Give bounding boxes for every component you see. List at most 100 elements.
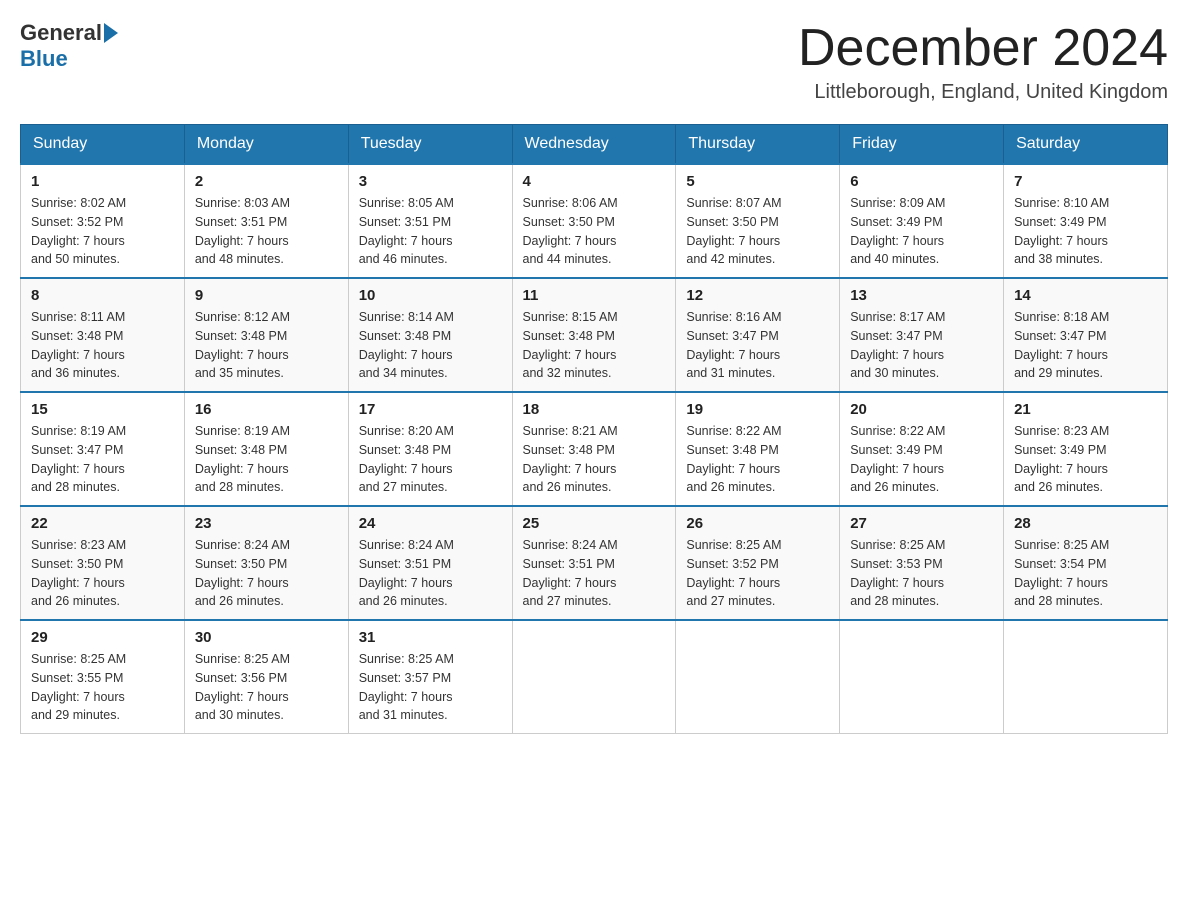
day-number: 2: [195, 173, 338, 190]
day-info: Sunrise: 8:19 AMSunset: 3:48 PMDaylight:…: [195, 422, 338, 497]
day-info: Sunrise: 8:19 AMSunset: 3:47 PMDaylight:…: [31, 422, 174, 497]
weekday-header-friday: Friday: [840, 125, 1004, 165]
week-row-2: 8 Sunrise: 8:11 AMSunset: 3:48 PMDaylight…: [21, 278, 1168, 392]
day-number: 15: [31, 401, 174, 418]
day-number: 31: [359, 629, 502, 646]
day-info: Sunrise: 8:06 AMSunset: 3:50 PMDaylight:…: [523, 194, 666, 269]
day-info: Sunrise: 8:22 AMSunset: 3:48 PMDaylight:…: [686, 422, 829, 497]
calendar-cell: 9 Sunrise: 8:12 AMSunset: 3:48 PMDaylight…: [184, 278, 348, 392]
logo: General Blue: [20, 20, 120, 72]
day-number: 27: [850, 515, 993, 532]
day-info: Sunrise: 8:12 AMSunset: 3:48 PMDaylight:…: [195, 308, 338, 383]
calendar-cell: 24 Sunrise: 8:24 AMSunset: 3:51 PMDayligh…: [348, 506, 512, 620]
calendar-cell: 10Sunrise: 8:14 AMSunset: 3:48 PMDayligh…: [348, 278, 512, 392]
calendar-cell: 26 Sunrise: 8:25 AMSunset: 3:52 PMDayligh…: [676, 506, 840, 620]
day-number: 29: [31, 629, 174, 646]
day-number: 7: [1014, 173, 1157, 190]
day-info: Sunrise: 8:22 AMSunset: 3:49 PMDaylight:…: [850, 422, 993, 497]
calendar-cell: 25 Sunrise: 8:24 AMSunset: 3:51 PMDayligh…: [512, 506, 676, 620]
day-info: Sunrise: 8:17 AMSunset: 3:47 PMDaylight:…: [850, 308, 993, 383]
calendar-cell: 12Sunrise: 8:16 AMSunset: 3:47 PMDayligh…: [676, 278, 840, 392]
calendar-cell: 14 Sunrise: 8:18 AMSunset: 3:47 PMDayligh…: [1004, 278, 1168, 392]
calendar-cell: [1004, 620, 1168, 734]
logo-arrow-icon: [104, 23, 118, 43]
day-number: 10: [359, 287, 502, 304]
calendar-cell: 11Sunrise: 8:15 AMSunset: 3:48 PMDayligh…: [512, 278, 676, 392]
weekday-header-sunday: Sunday: [21, 125, 185, 165]
day-number: 24: [359, 515, 502, 532]
weekday-header-thursday: Thursday: [676, 125, 840, 165]
calendar-cell: 1 Sunrise: 8:02 AMSunset: 3:52 PMDaylight…: [21, 164, 185, 278]
day-number: 8: [31, 287, 174, 304]
calendar-cell: [840, 620, 1004, 734]
day-info: Sunrise: 8:20 AMSunset: 3:48 PMDaylight:…: [359, 422, 502, 497]
day-number: 18: [523, 401, 666, 418]
calendar-cell: [676, 620, 840, 734]
calendar-cell: 31 Sunrise: 8:25 AMSunset: 3:57 PMDayligh…: [348, 620, 512, 734]
calendar-cell: 8 Sunrise: 8:11 AMSunset: 3:48 PMDaylight…: [21, 278, 185, 392]
calendar-cell: 23Sunrise: 8:24 AMSunset: 3:50 PMDayligh…: [184, 506, 348, 620]
calendar-cell: [512, 620, 676, 734]
day-info: Sunrise: 8:21 AMSunset: 3:48 PMDaylight:…: [523, 422, 666, 497]
day-info: Sunrise: 8:18 AMSunset: 3:47 PMDaylight:…: [1014, 308, 1157, 383]
calendar-cell: 7Sunrise: 8:10 AMSunset: 3:49 PMDaylight…: [1004, 164, 1168, 278]
day-number: 1: [31, 173, 174, 190]
page-header: General Blue December 2024 Littleborough…: [20, 20, 1168, 104]
day-info: Sunrise: 8:16 AMSunset: 3:47 PMDaylight:…: [686, 308, 829, 383]
week-row-4: 22 Sunrise: 8:23 AMSunset: 3:50 PMDayligh…: [21, 506, 1168, 620]
day-number: 4: [523, 173, 666, 190]
calendar-cell: 5Sunrise: 8:07 AMSunset: 3:50 PMDaylight…: [676, 164, 840, 278]
day-info: Sunrise: 8:03 AMSunset: 3:51 PMDaylight:…: [195, 194, 338, 269]
calendar-cell: 4 Sunrise: 8:06 AMSunset: 3:50 PMDaylight…: [512, 164, 676, 278]
week-row-5: 29 Sunrise: 8:25 AMSunset: 3:55 PMDayligh…: [21, 620, 1168, 734]
day-number: 21: [1014, 401, 1157, 418]
day-number: 26: [686, 515, 829, 532]
calendar-cell: 16 Sunrise: 8:19 AMSunset: 3:48 PMDayligh…: [184, 392, 348, 506]
calendar-cell: 30 Sunrise: 8:25 AMSunset: 3:56 PMDayligh…: [184, 620, 348, 734]
day-info: Sunrise: 8:07 AMSunset: 3:50 PMDaylight:…: [686, 194, 829, 269]
day-number: 20: [850, 401, 993, 418]
calendar-cell: 22 Sunrise: 8:23 AMSunset: 3:50 PMDayligh…: [21, 506, 185, 620]
day-number: 14: [1014, 287, 1157, 304]
calendar-cell: 18 Sunrise: 8:21 AMSunset: 3:48 PMDayligh…: [512, 392, 676, 506]
weekday-header-row: SundayMondayTuesdayWednesdayThursdayFrid…: [21, 125, 1168, 165]
day-number: 16: [195, 401, 338, 418]
weekday-header-tuesday: Tuesday: [348, 125, 512, 165]
day-number: 9: [195, 287, 338, 304]
day-number: 3: [359, 173, 502, 190]
calendar-cell: 3 Sunrise: 8:05 AMSunset: 3:51 PMDaylight…: [348, 164, 512, 278]
calendar-cell: 19 Sunrise: 8:22 AMSunset: 3:48 PMDayligh…: [676, 392, 840, 506]
calendar-cell: 29 Sunrise: 8:25 AMSunset: 3:55 PMDayligh…: [21, 620, 185, 734]
calendar-cell: 6Sunrise: 8:09 AMSunset: 3:49 PMDaylight…: [840, 164, 1004, 278]
day-info: Sunrise: 8:05 AMSunset: 3:51 PMDaylight:…: [359, 194, 502, 269]
calendar-table: SundayMondayTuesdayWednesdayThursdayFrid…: [20, 124, 1168, 734]
calendar-cell: 21Sunrise: 8:23 AMSunset: 3:49 PMDayligh…: [1004, 392, 1168, 506]
calendar-cell: 28Sunrise: 8:25 AMSunset: 3:54 PMDayligh…: [1004, 506, 1168, 620]
day-info: Sunrise: 8:24 AMSunset: 3:51 PMDaylight:…: [523, 536, 666, 611]
calendar-cell: 20 Sunrise: 8:22 AMSunset: 3:49 PMDayligh…: [840, 392, 1004, 506]
day-info: Sunrise: 8:25 AMSunset: 3:57 PMDaylight:…: [359, 650, 502, 725]
week-row-3: 15 Sunrise: 8:19 AMSunset: 3:47 PMDayligh…: [21, 392, 1168, 506]
day-info: Sunrise: 8:09 AMSunset: 3:49 PMDaylight:…: [850, 194, 993, 269]
logo-blue-text: Blue: [20, 46, 68, 72]
calendar-cell: 13Sunrise: 8:17 AMSunset: 3:47 PMDayligh…: [840, 278, 1004, 392]
weekday-header-saturday: Saturday: [1004, 125, 1168, 165]
calendar-cell: 15 Sunrise: 8:19 AMSunset: 3:47 PMDayligh…: [21, 392, 185, 506]
day-info: Sunrise: 8:25 AMSunset: 3:55 PMDaylight:…: [31, 650, 174, 725]
day-info: Sunrise: 8:02 AMSunset: 3:52 PMDaylight:…: [31, 194, 174, 269]
day-info: Sunrise: 8:23 AMSunset: 3:50 PMDaylight:…: [31, 536, 174, 611]
day-number: 19: [686, 401, 829, 418]
day-info: Sunrise: 8:24 AMSunset: 3:51 PMDaylight:…: [359, 536, 502, 611]
day-number: 25: [523, 515, 666, 532]
day-info: Sunrise: 8:25 AMSunset: 3:53 PMDaylight:…: [850, 536, 993, 611]
calendar-cell: 27 Sunrise: 8:25 AMSunset: 3:53 PMDayligh…: [840, 506, 1004, 620]
week-row-1: 1 Sunrise: 8:02 AMSunset: 3:52 PMDaylight…: [21, 164, 1168, 278]
day-number: 22: [31, 515, 174, 532]
weekday-header-wednesday: Wednesday: [512, 125, 676, 165]
day-info: Sunrise: 8:25 AMSunset: 3:52 PMDaylight:…: [686, 536, 829, 611]
calendar-subtitle: Littleborough, England, United Kingdom: [798, 81, 1168, 104]
day-number: 28: [1014, 515, 1157, 532]
day-info: Sunrise: 8:11 AMSunset: 3:48 PMDaylight:…: [31, 308, 174, 383]
day-info: Sunrise: 8:25 AMSunset: 3:56 PMDaylight:…: [195, 650, 338, 725]
day-number: 30: [195, 629, 338, 646]
